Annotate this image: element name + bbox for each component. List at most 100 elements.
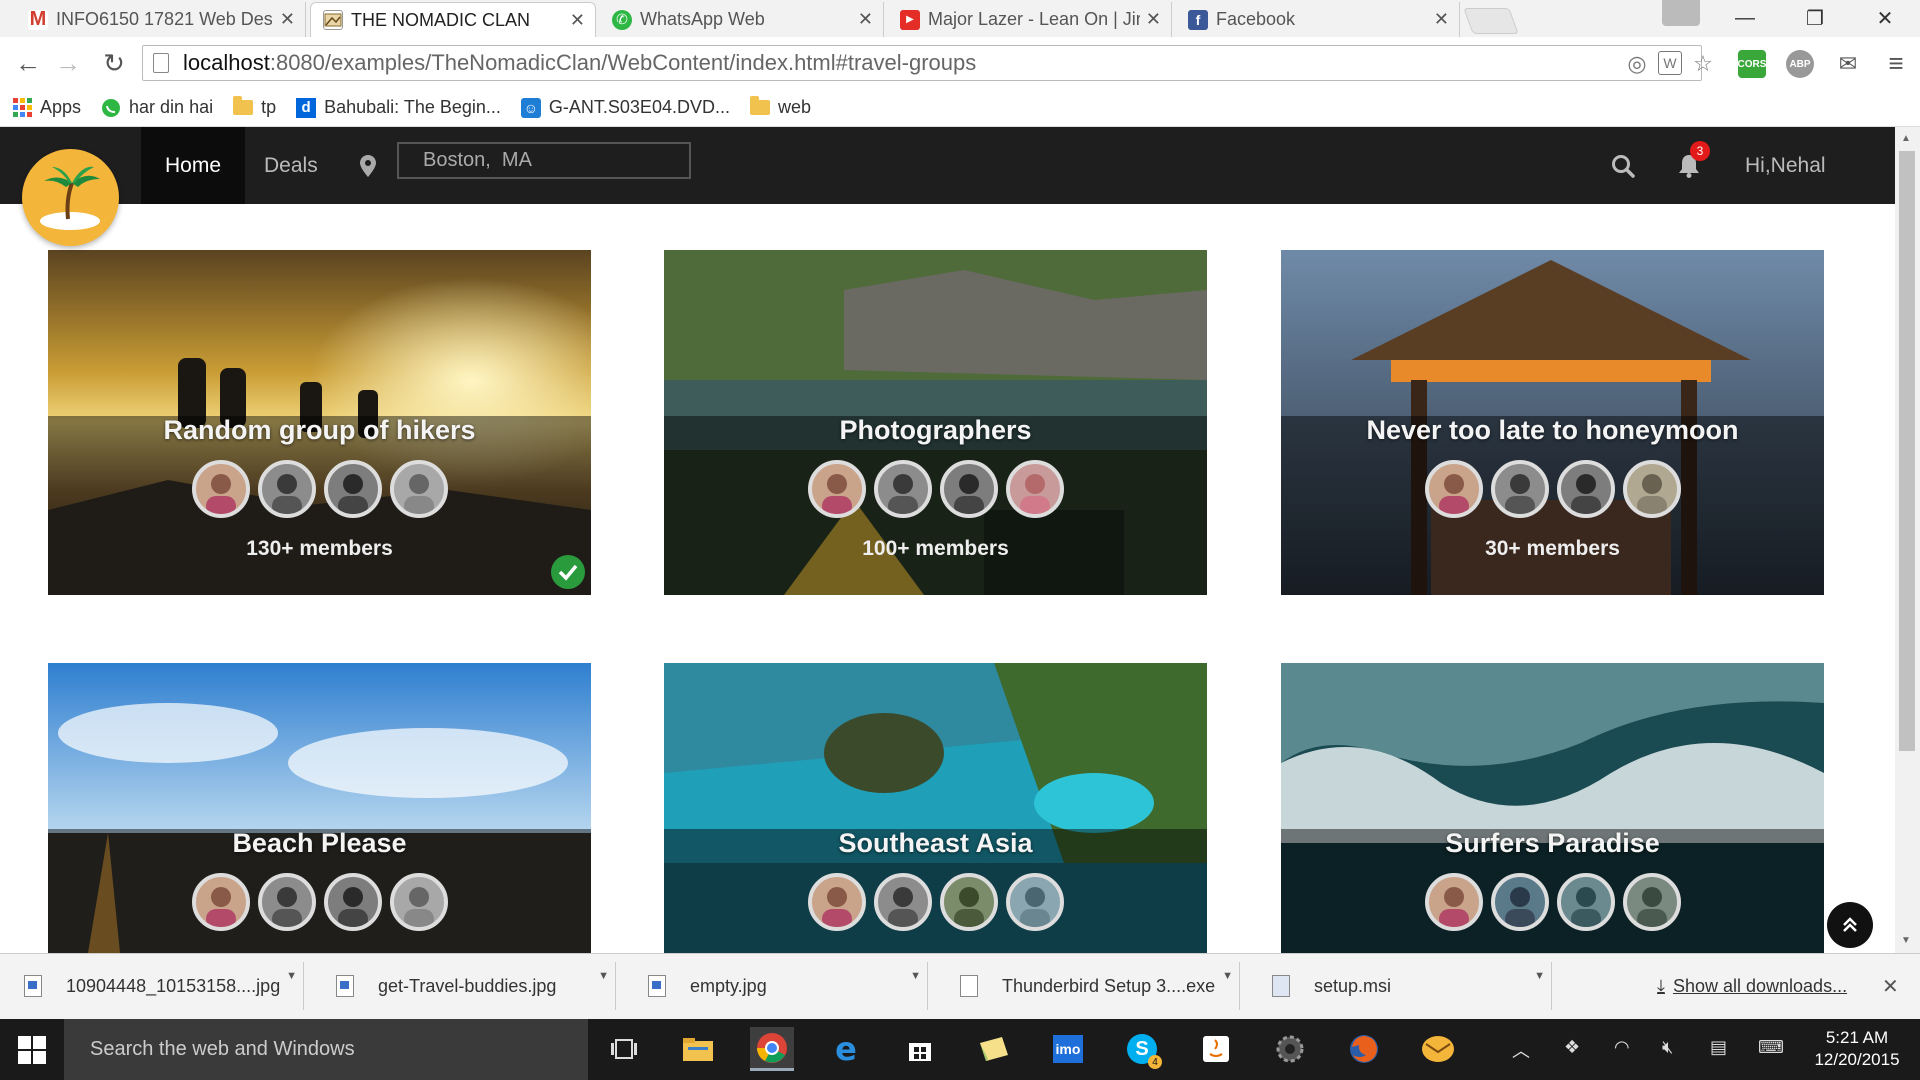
restore-icon[interactable]: ❐ <box>1780 0 1850 37</box>
store-icon[interactable] <box>898 1027 942 1071</box>
forward-arrow-icon[interactable]: → <box>52 47 84 79</box>
new-tab-button[interactable] <box>1463 8 1519 34</box>
group-card-southeast-asia[interactable]: Southeast Asia <box>664 663 1207 953</box>
reload-icon[interactable]: ↻ <box>98 47 130 79</box>
member-avatar[interactable] <box>1490 873 1549 931</box>
member-avatar[interactable] <box>257 873 316 931</box>
scrollbar-thumb[interactable] <box>1899 151 1915 751</box>
member-avatar[interactable] <box>1490 460 1549 518</box>
imo-icon[interactable]: imo <box>1046 1027 1090 1071</box>
member-avatar[interactable] <box>1556 460 1615 518</box>
windows-start-icon[interactable] <box>18 1036 46 1064</box>
group-card-hikers[interactable]: Random group of hikers 130+ members <box>48 250 591 595</box>
taskbar-clock[interactable]: 5:21 AM 12/20/2015 <box>1812 1027 1902 1071</box>
close-icon[interactable]: ✕ <box>570 10 585 31</box>
member-avatar[interactable] <box>939 873 998 931</box>
page-scrollbar[interactable]: ▲ ▼ <box>1895 127 1920 953</box>
member-avatar[interactable] <box>939 460 998 518</box>
mail-app-icon[interactable] <box>1416 1027 1460 1071</box>
volume-muted-icon[interactable]: 🔇︎ <box>1662 1037 1673 1058</box>
sticky-notes-icon[interactable] <box>972 1027 1016 1071</box>
task-view-icon[interactable] <box>602 1027 646 1071</box>
chevron-down-icon[interactable]: ▼ <box>598 970 609 982</box>
back-arrow-icon[interactable]: ← <box>12 47 44 79</box>
keyboard-icon[interactable]: ⌨ <box>1758 1037 1784 1058</box>
chrome-menu-icon[interactable]: ≡ <box>1880 47 1912 79</box>
edge-icon[interactable]: e <box>824 1027 868 1071</box>
taskbar-search-box[interactable]: Search the web and Windows <box>64 1019 588 1080</box>
minimize-icon[interactable]: — <box>1710 0 1780 37</box>
bookmark-star-icon[interactable]: ☆ <box>1690 51 1716 77</box>
scroll-up-icon[interactable]: ▲ <box>1901 133 1911 144</box>
download-item[interactable]: Thunderbird Setup 3....exe ▼ <box>940 962 1240 1010</box>
scroll-to-top-button[interactable] <box>1827 902 1873 948</box>
chevron-up-icon[interactable]: ︿ <box>1512 1037 1530 1063</box>
download-item[interactable]: get-Travel-buddies.jpg ▼ <box>316 962 616 1010</box>
member-avatar[interactable] <box>323 873 382 931</box>
dropbox-icon[interactable]: ❖ <box>1564 1037 1580 1058</box>
member-avatar[interactable] <box>1424 873 1483 931</box>
bookmark-apps[interactable]: Apps <box>12 97 81 118</box>
nav-deals-link[interactable]: Deals <box>264 127 318 204</box>
chevron-down-icon[interactable]: ▼ <box>1534 970 1545 982</box>
member-avatar[interactable] <box>191 873 250 931</box>
cors-extension-icon[interactable]: CORS <box>1738 50 1766 78</box>
tab-gmail[interactable]: M INFO6150 17821 Web Des ✕ <box>16 2 306 37</box>
close-icon[interactable]: ✕ <box>858 9 873 30</box>
chrome-icon[interactable] <box>750 1027 794 1071</box>
download-item[interactable]: setup.msi ▼ <box>1252 962 1552 1010</box>
user-greeting[interactable]: Hi,Nehal <box>1745 127 1826 204</box>
location-input[interactable] <box>397 142 691 179</box>
action-center-icon[interactable]: ▤ <box>1710 1037 1727 1058</box>
profile-icon[interactable] <box>1662 0 1700 26</box>
chevron-down-icon[interactable]: ▼ <box>910 970 921 982</box>
close-icon[interactable]: ✕ <box>1882 974 1899 999</box>
member-avatar[interactable] <box>1005 873 1064 931</box>
search-icon[interactable] <box>1610 153 1636 179</box>
nomadic-clan-logo[interactable] <box>22 149 119 246</box>
chevron-down-icon[interactable]: ▼ <box>1222 970 1233 982</box>
member-avatar[interactable] <box>191 460 250 518</box>
bookmark-g-ant[interactable]: ☺ G-ANT.S03E04.DVD... <box>520 97 730 118</box>
member-avatar[interactable] <box>873 873 932 931</box>
group-card-photographers[interactable]: Photographers 100+ members <box>664 250 1207 595</box>
gear-app-icon[interactable] <box>1268 1027 1312 1071</box>
tab-youtube[interactable]: ▶ Major Lazer - Lean On | Jir ✕ <box>888 2 1172 37</box>
scroll-down-icon[interactable]: ▼ <box>1901 935 1911 946</box>
group-card-beach[interactable]: Beach Please <box>48 663 591 953</box>
gmail-checker-icon[interactable]: ✉ <box>1834 50 1862 78</box>
group-card-surfers[interactable]: Surfers Paradise <box>1281 663 1824 953</box>
close-icon[interactable]: ✕ <box>280 9 295 30</box>
chevron-down-icon[interactable]: ▼ <box>286 970 297 982</box>
member-avatar[interactable] <box>389 873 448 931</box>
bookmark-tp[interactable]: tp <box>233 96 276 118</box>
member-avatar[interactable] <box>257 460 316 518</box>
group-card-honeymoon[interactable]: Never too late to honeymoon 30+ members <box>1281 250 1824 595</box>
close-icon[interactable]: ✕ <box>1434 9 1449 30</box>
member-avatar[interactable] <box>873 460 932 518</box>
member-avatar[interactable] <box>807 460 866 518</box>
member-avatar[interactable] <box>389 460 448 518</box>
download-item[interactable]: 10904448_10153158....jpg ▼ <box>4 962 304 1010</box>
close-window-icon[interactable]: ✕ <box>1850 0 1920 37</box>
firefox-icon[interactable] <box>1342 1027 1386 1071</box>
extension-shield-icon[interactable]: W <box>1658 51 1682 75</box>
download-item[interactable]: empty.jpg ▼ <box>628 962 928 1010</box>
tab-facebook[interactable]: f Facebook ✕ <box>1176 2 1460 37</box>
tab-nomadic-clan[interactable]: THE NOMADIC CLAN ✕ <box>310 2 596 37</box>
member-avatar[interactable] <box>807 873 866 931</box>
java-icon[interactable] <box>1194 1027 1238 1071</box>
address-bar[interactable]: localhost:8080/examples/TheNomadicClan/W… <box>142 45 1702 81</box>
show-all-downloads-link[interactable]: ⤓ Show all downloads... <box>1657 976 1847 997</box>
wifi-icon[interactable]: ◠ <box>1614 1037 1630 1058</box>
nav-home-link[interactable]: Home <box>141 127 245 204</box>
member-avatar[interactable] <box>1424 460 1483 518</box>
bookmark-bahubali[interactable]: d Bahubali: The Begin... <box>296 97 501 118</box>
bookmark-web[interactable]: web <box>749 96 811 118</box>
close-icon[interactable]: ✕ <box>1146 9 1161 30</box>
member-avatar[interactable] <box>1622 873 1681 931</box>
skype-icon[interactable]: S4 <box>1120 1027 1164 1071</box>
member-avatar[interactable] <box>1005 460 1064 518</box>
location-target-icon[interactable]: ◎ <box>1624 51 1650 77</box>
adblock-extension-icon[interactable]: ABP <box>1786 50 1814 78</box>
